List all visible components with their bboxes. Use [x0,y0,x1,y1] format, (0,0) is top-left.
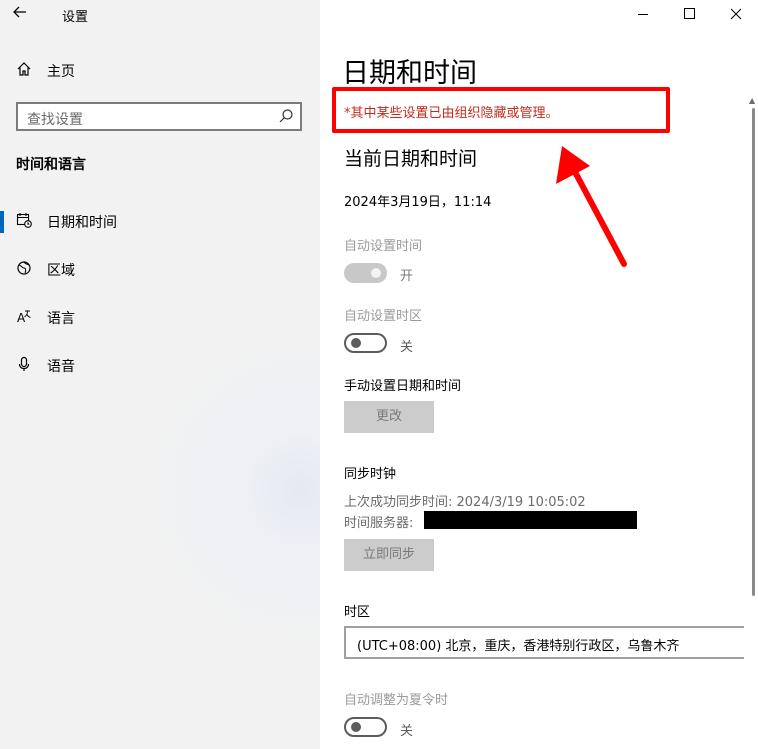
scrollbar-thumb[interactable] [752,108,755,596]
sync-title: 同步时钟 [344,467,397,482]
current-datetime-value: 2024年3月19日，11:14 [344,195,492,210]
sidebar-section-title: 时间和语言 [16,157,86,173]
calendar-clock-icon [16,212,36,232]
auto-timezone-toggle[interactable] [344,333,387,353]
redacted-server-name [424,511,637,529]
current-datetime-title: 当前日期和时间 [344,148,478,170]
microphone-icon [16,356,36,376]
close-button[interactable] [712,0,758,30]
language-icon: A [16,308,36,328]
sync-now-button[interactable]: 立即同步 [344,539,434,571]
auto-timezone-state: 关 [400,340,414,355]
time-server-label: 时间服务器: [344,516,414,531]
sidebar: 设置 主页 查找设置 时间和语言 日期和时间 区域 A 语言 语音 [0,0,320,749]
sidebar-item-label: 语言 [47,311,75,327]
timezone-select[interactable]: (UTC+08:00) 北京，重庆，香港特别行政区，乌鲁木齐 [344,626,744,659]
toggle-knob [351,338,361,348]
auto-timezone-label: 自动设置时区 [344,309,423,324]
app-title: 设置 [62,10,89,25]
sidebar-item-date-time[interactable]: 日期和时间 [0,202,320,242]
dst-toggle[interactable] [344,717,387,737]
globe-icon [16,260,36,280]
minimize-button[interactable] [620,0,666,30]
back-arrow-icon[interactable] [12,4,36,24]
manual-time-label: 手动设置日期和时间 [344,379,462,394]
selection-indicator [0,211,4,233]
home-icon [16,61,36,81]
auto-time-state: 开 [400,269,414,284]
search-placeholder: 查找设置 [27,112,83,128]
maximize-button[interactable] [666,0,712,30]
timezone-value: (UTC+08:00) 北京，重庆，香港特别行政区，乌鲁木齐 [357,639,680,654]
page-title: 日期和时间 [342,58,477,89]
sidebar-item-language[interactable]: A 语言 [0,298,320,338]
sidebar-item-label: 主页 [47,64,75,80]
sidebar-item-region[interactable]: 区域 [0,250,320,290]
toggle-knob [351,722,361,732]
dst-label: 自动调整为夏令时 [344,693,449,708]
timezone-label: 时区 [344,605,371,620]
change-button[interactable]: 更改 [344,401,434,433]
svg-text:A: A [17,311,26,324]
sidebar-item-label: 语音 [47,359,75,375]
annotation-arrow [548,140,638,279]
sidebar-item-label: 区域 [47,263,75,279]
toggle-knob [371,268,381,278]
sidebar-item-speech[interactable]: 语音 [0,346,320,386]
dst-state: 关 [400,724,414,739]
last-sync-text: 上次成功同步时间: 2024/3/19 10:05:02 [344,495,586,510]
annotation-highlight-box [332,87,670,133]
scroll-up-arrow-icon[interactable]: ▲ [749,96,755,105]
auto-time-toggle[interactable] [344,263,387,283]
search-icon[interactable] [278,108,294,124]
auto-time-label: 自动设置时间 [344,239,423,254]
search-input[interactable]: 查找设置 [16,102,302,131]
sidebar-item-label: 日期和时间 [47,215,117,231]
sidebar-item-home[interactable]: 主页 [0,51,320,91]
